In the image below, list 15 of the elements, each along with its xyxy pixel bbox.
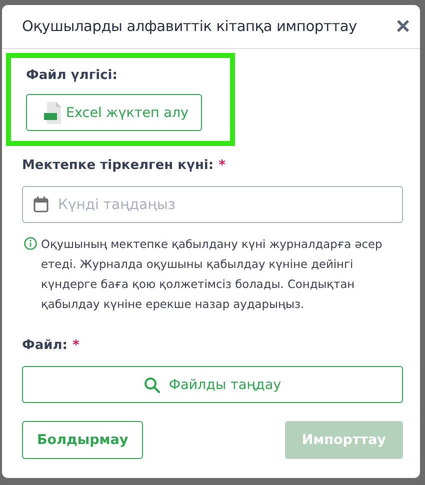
spreadsheet-file-icon (44, 102, 62, 124)
excel-download-button[interactable]: Excel жүктеп алу (26, 94, 202, 131)
date-field[interactable]: Күнді таңдаңыз (22, 186, 403, 223)
hint-text: Оқушының мектепке қабылдану күні журналдарға әсер етеді. Журналда оқушыны қабылдау күніне дейінгі күндерге баға қою қолжетімсіз болады. Сондықтан қабылдау күніне ерекше назар аударыңыз. (41, 236, 384, 313)
close-button[interactable]: × (396, 14, 410, 38)
search-icon (144, 376, 160, 392)
cancel-button[interactable]: Болдырмау (22, 421, 144, 459)
choose-file-button[interactable]: Файлды таңдау (22, 366, 403, 403)
required-mark: * (218, 158, 226, 173)
field-label: Мектепке тіркелген күні: (22, 158, 214, 173)
field-label: Файл: (22, 338, 68, 353)
field-label: Файл үлгісі: (26, 68, 118, 83)
dialog-title: Оқушыларды алфавиттік кітапқа импорттау (22, 18, 357, 34)
info-icon (24, 237, 37, 250)
required-mark: * (72, 338, 80, 353)
